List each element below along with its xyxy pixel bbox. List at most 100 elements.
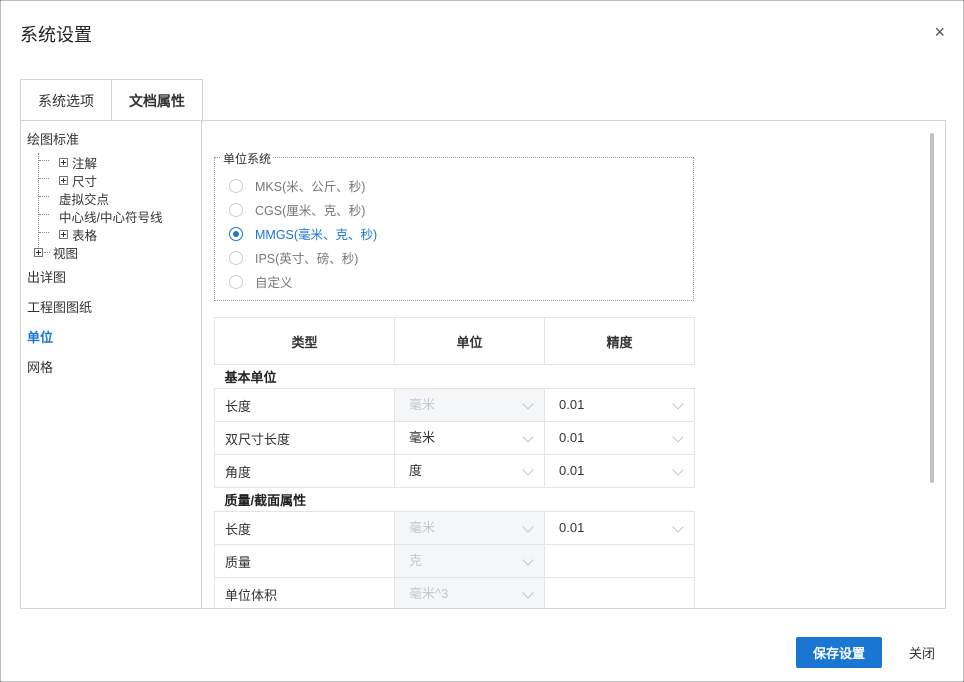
radio-label: 自定义 xyxy=(255,276,293,290)
sidebar-item-drawing-sheet[interactable]: 工程图图纸 xyxy=(27,297,92,316)
tree-node-virtual-sharp[interactable]: 虚拟交点 xyxy=(59,189,109,208)
tree-node-table[interactable]: 表格 xyxy=(59,225,97,244)
tree-line xyxy=(44,252,50,253)
tree-node-label: 视图 xyxy=(53,247,79,261)
radio-button[interactable] xyxy=(229,202,243,217)
table-row: 角度 度 0.01 xyxy=(214,454,695,488)
select-value: 毫米 xyxy=(409,520,436,535)
unit-select-length: 毫米 xyxy=(395,389,544,421)
table-row: 质量 克 xyxy=(214,544,695,578)
precision-select-length[interactable]: 0.01 xyxy=(545,389,694,421)
radio-button[interactable] xyxy=(229,226,243,241)
sidebar-item-drawing-standard[interactable]: 绘图标准 xyxy=(27,129,79,148)
units-content: 单位系统 MKS(米、公斤、秒) CGS(厘米、克、秒) MMGS(毫米、克、秒… xyxy=(202,121,944,608)
radio-ips[interactable]: IPS(英寸、磅、秒) xyxy=(229,248,358,267)
chevron-down-icon xyxy=(672,398,684,410)
table-row: 单位体积 毫米^3 xyxy=(214,577,695,608)
unit-select-angle[interactable]: 度 xyxy=(395,455,544,487)
close-icon[interactable]: × xyxy=(934,23,945,41)
tree-node-label: 中心线/中心符号线 xyxy=(59,211,163,225)
tree-line xyxy=(39,232,49,233)
vertical-scrollbar[interactable] xyxy=(930,133,934,483)
empty-cell xyxy=(544,577,695,608)
radio-button[interactable] xyxy=(229,250,243,265)
column-header-unit: 单位 xyxy=(394,317,545,365)
radio-button[interactable] xyxy=(229,274,243,289)
radio-mmgs[interactable]: MMGS(毫米、克、秒) xyxy=(229,224,377,243)
expand-icon[interactable] xyxy=(59,230,68,239)
tree-node-annotation[interactable]: 注解 xyxy=(59,153,97,172)
sidebar-item-grid[interactable]: 网格 xyxy=(27,357,53,376)
chevron-down-icon xyxy=(672,431,684,443)
precision-select-angle[interactable]: 0.01 xyxy=(545,455,694,487)
radio-label: IPS(英寸、磅、秒) xyxy=(255,252,359,266)
select-value: 0.01 xyxy=(559,520,585,535)
save-settings-button[interactable]: 保存设置 xyxy=(796,637,882,668)
tree-node-view[interactable]: 视图 xyxy=(34,243,78,262)
radio-label: CGS(厘米、克、秒) xyxy=(255,204,366,218)
row-label: 长度 xyxy=(214,388,395,422)
row-label: 双尺寸长度 xyxy=(214,421,395,455)
tree-line xyxy=(39,160,49,161)
unit-system-group: 单位系统 MKS(米、公斤、秒) CGS(厘米、克、秒) MMGS(毫米、克、秒… xyxy=(214,150,694,301)
tree-node-dimension[interactable]: 尺寸 xyxy=(59,171,97,190)
dialog-title: 系统设置 xyxy=(20,25,92,45)
tree-line xyxy=(39,196,49,197)
expand-icon[interactable] xyxy=(34,248,43,257)
tree-node-label: 虚拟交点 xyxy=(59,193,110,207)
unit-system-legend: 单位系统 xyxy=(221,150,274,167)
column-header-precision: 精度 xyxy=(544,317,695,365)
tree-node-label: 尺寸 xyxy=(72,175,98,189)
tree-node-label: 表格 xyxy=(72,229,98,243)
radio-button[interactable] xyxy=(229,178,243,193)
unit-select-dual-length[interactable]: 毫米 xyxy=(395,422,544,454)
select-value: 0.01 xyxy=(559,430,585,445)
table-row: 双尺寸长度 毫米 0.01 xyxy=(214,421,695,455)
radio-cgs[interactable]: CGS(厘米、克、秒) xyxy=(229,200,365,219)
expand-icon[interactable] xyxy=(59,176,68,185)
select-value: 毫米 xyxy=(409,430,436,445)
precision-select-mass-length[interactable]: 0.01 xyxy=(545,512,694,544)
table-row: 长度 毫米 0.01 xyxy=(214,388,695,422)
radio-label: MKS(米、公斤、秒) xyxy=(255,180,366,194)
units-table: 类型 单位 精度 基本单位 长度 毫米 0.01 双尺寸长度 毫米 0.01 角… xyxy=(214,317,695,608)
chevron-down-icon xyxy=(672,521,684,533)
column-header-type: 类型 xyxy=(214,317,395,365)
tree-node-label: 注解 xyxy=(72,157,98,171)
settings-tabs: 系统选项 文档属性 xyxy=(20,79,203,122)
close-button[interactable]: 关闭 xyxy=(894,637,950,668)
chevron-down-icon xyxy=(522,554,534,566)
chevron-down-icon xyxy=(522,464,534,476)
tab-system-options[interactable]: 系统选项 xyxy=(20,79,112,120)
radio-label: MMGS(毫米、克、秒) xyxy=(255,228,378,242)
tree-line xyxy=(39,178,49,179)
table-header-row: 类型 单位 精度 xyxy=(214,317,695,365)
select-value: 0.01 xyxy=(559,463,585,478)
section-row: 质量/截面属性 xyxy=(214,487,695,512)
select-value: 毫米 xyxy=(409,397,436,412)
unit-select-volume: 毫米^3 xyxy=(395,578,544,608)
tree-line xyxy=(39,214,49,215)
select-value: 度 xyxy=(409,463,423,478)
tab-panel: 绘图标准 注解 尺寸 虚拟交点 中心线/中心符号线 表格 视图 出详图 工程图图… xyxy=(20,120,946,609)
sidebar-tree: 绘图标准 注解 尺寸 虚拟交点 中心线/中心符号线 表格 视图 出详图 工程图图… xyxy=(21,121,202,608)
sidebar-item-units[interactable]: 单位 xyxy=(27,327,53,346)
chevron-down-icon xyxy=(672,464,684,476)
row-label: 长度 xyxy=(214,511,395,545)
select-value: 毫米^3 xyxy=(409,586,449,601)
section-mass-properties: 质量/截面属性 xyxy=(214,487,695,512)
row-label: 质量 xyxy=(214,544,395,578)
tab-document-properties[interactable]: 文档属性 xyxy=(112,79,203,122)
radio-custom[interactable]: 自定义 xyxy=(229,272,293,291)
expand-icon[interactable] xyxy=(59,158,68,167)
row-label: 单位体积 xyxy=(214,577,395,608)
tree-node-centerline[interactable]: 中心线/中心符号线 xyxy=(59,207,162,226)
unit-select-mass-length: 毫米 xyxy=(395,512,544,544)
chevron-down-icon xyxy=(522,398,534,410)
radio-mks[interactable]: MKS(米、公斤、秒) xyxy=(229,176,365,195)
precision-select-dual-length[interactable]: 0.01 xyxy=(545,422,694,454)
select-value: 克 xyxy=(409,553,423,568)
tree-line xyxy=(38,153,39,251)
section-basic-units: 基本单位 xyxy=(214,364,695,389)
sidebar-item-detailing[interactable]: 出详图 xyxy=(27,267,66,286)
